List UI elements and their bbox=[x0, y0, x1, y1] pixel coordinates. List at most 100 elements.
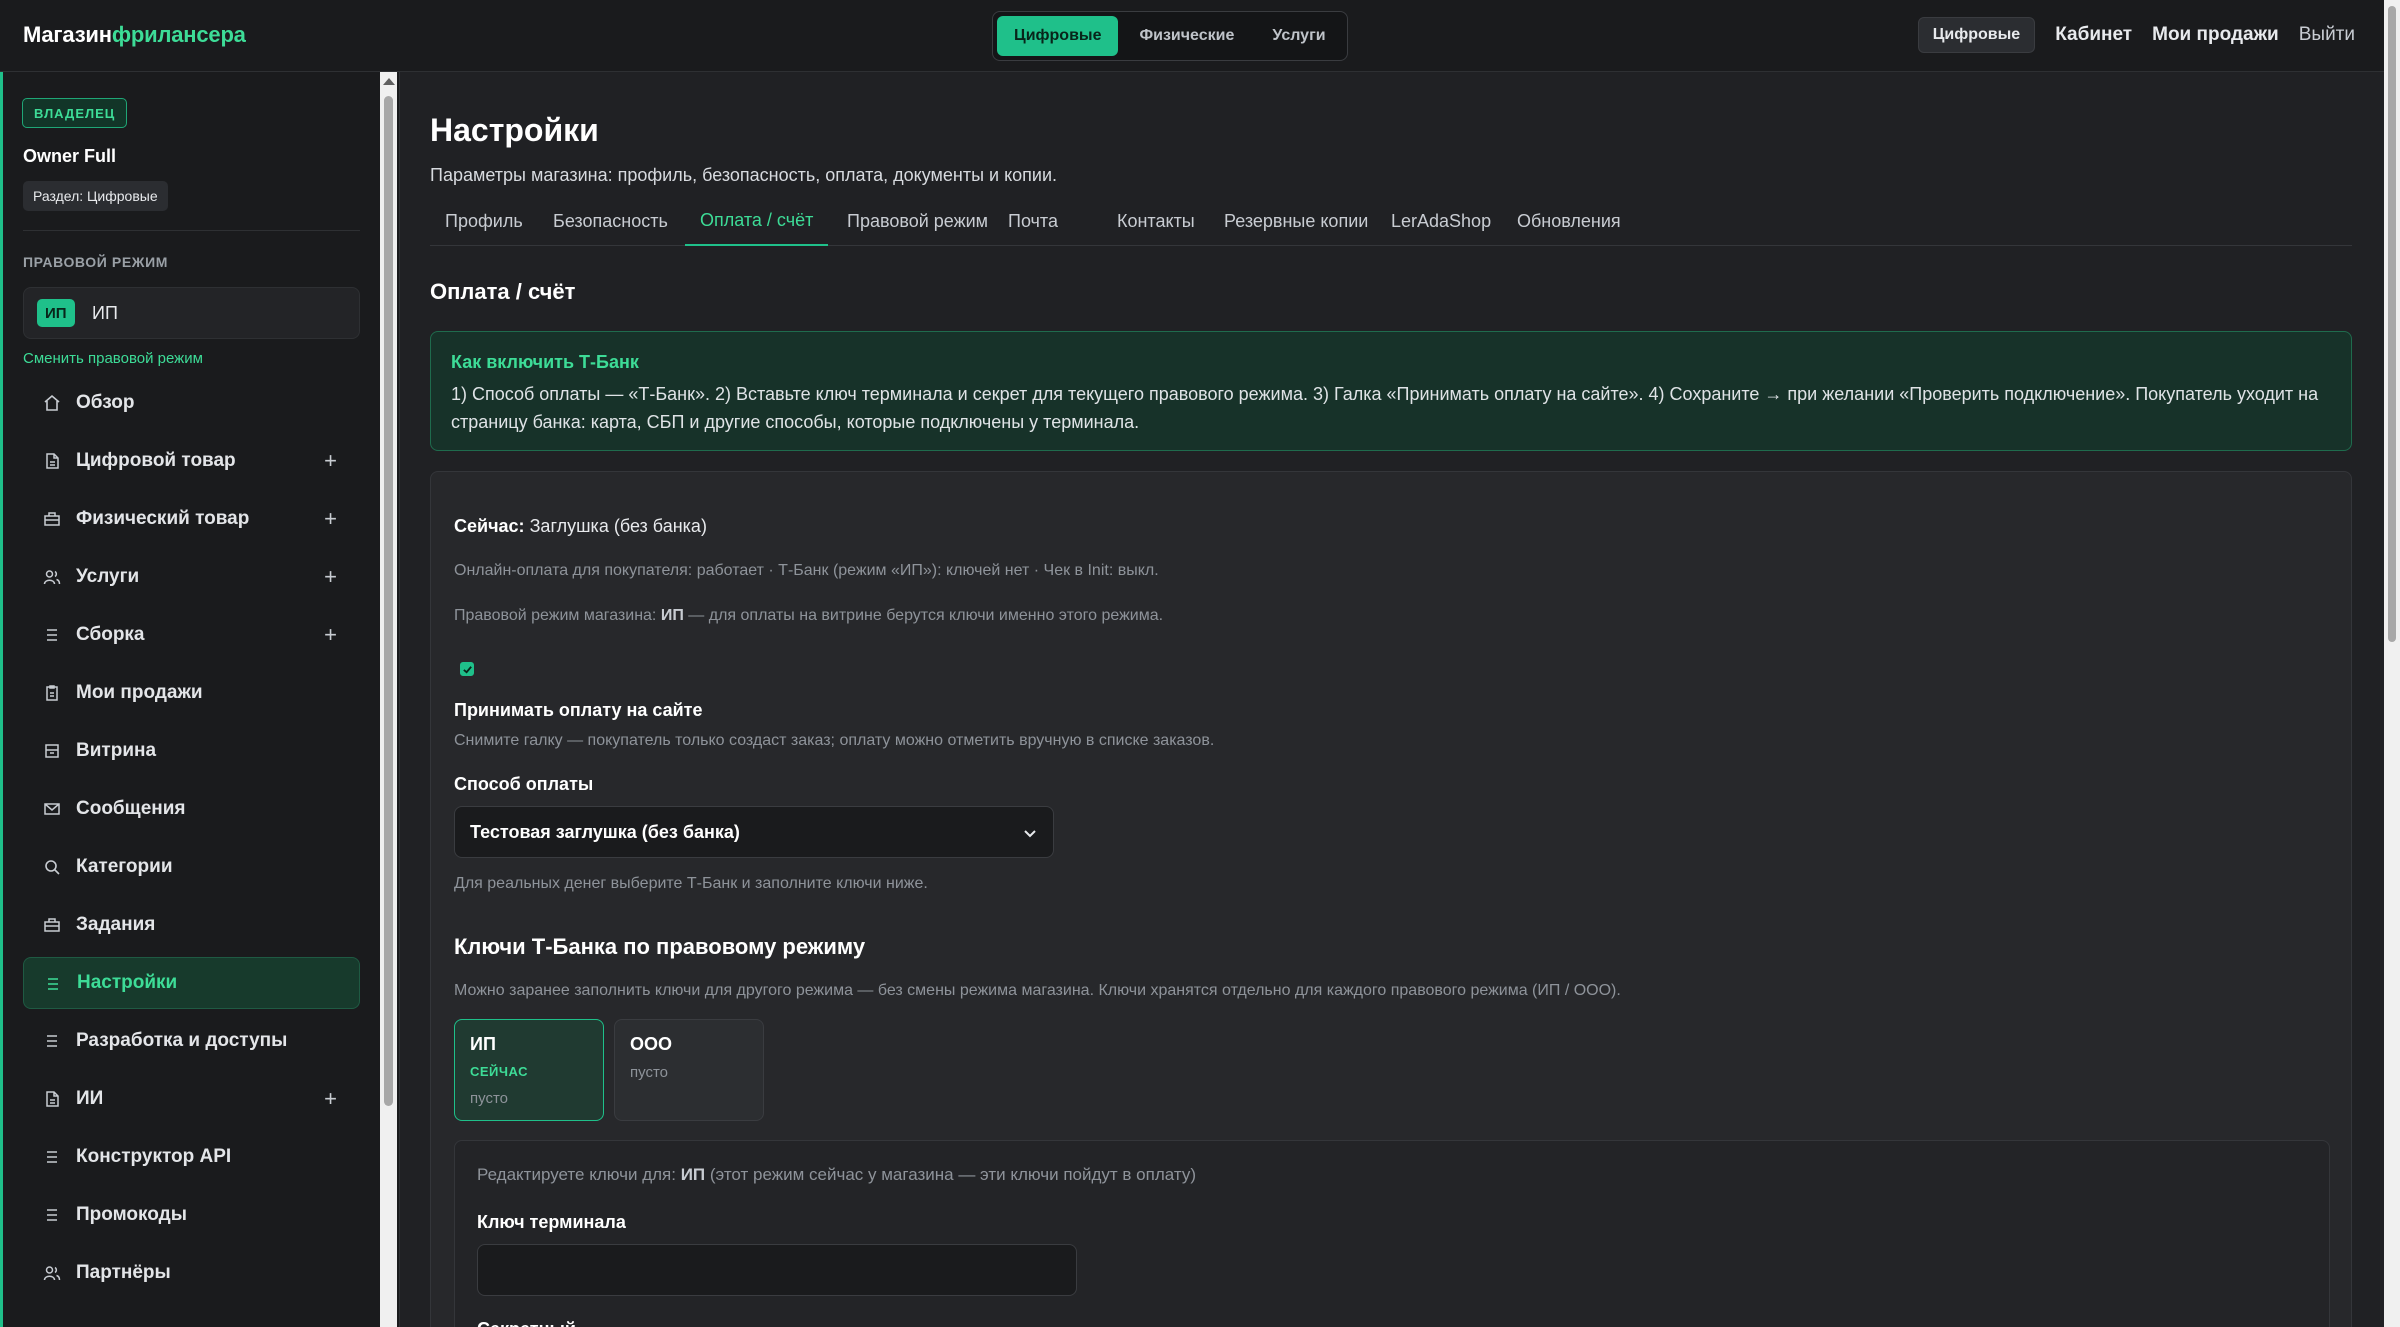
payment-method-value: Тестовая заглушка (без банка) bbox=[470, 822, 740, 842]
page-title: Настройки bbox=[430, 112, 599, 148]
payment-method-select[interactable]: Тестовая заглушка (без банка) bbox=[454, 806, 1054, 858]
sidebar-item[interactable]: Категории bbox=[23, 841, 360, 893]
section-title: Оплата / счёт bbox=[430, 279, 576, 304]
section-badge: Раздел: Цифровые bbox=[23, 181, 168, 211]
mode-state: пусто bbox=[630, 1064, 668, 1081]
search-icon bbox=[43, 858, 61, 876]
sidebar-item-label: Разработка и доступы bbox=[76, 1030, 288, 1051]
logout-link[interactable]: Выйти bbox=[2299, 24, 2355, 46]
terminal-key-label: Ключ терминала bbox=[477, 1212, 626, 1232]
legal-mode-value: ИП bbox=[92, 303, 118, 323]
owner-name: Owner Full bbox=[23, 146, 117, 166]
cabinet-link[interactable]: Кабинет bbox=[2055, 24, 2132, 46]
clipboard-icon bbox=[43, 684, 61, 702]
sidebar-item-label: Мои продажи bbox=[76, 682, 203, 703]
sidebar-item-label: Сборка bbox=[76, 624, 145, 645]
page-scroll-thumb[interactable] bbox=[2388, 6, 2396, 642]
mode-card-ip[interactable]: ИП СЕЙЧАС пусто bbox=[454, 1019, 604, 1121]
add-plus-icon[interactable]: + bbox=[324, 564, 337, 590]
terminal-key-input[interactable] bbox=[477, 1244, 1077, 1296]
tab-services[interactable]: Услуги bbox=[1255, 16, 1342, 56]
status-value: Заглушка (без банка) bbox=[529, 516, 707, 536]
change-legal-mode-link[interactable]: Сменить правовой режим bbox=[23, 350, 203, 367]
settings-tab[interactable]: LerAdaShop bbox=[1376, 196, 1506, 246]
secret-key-label: Секретный... bbox=[477, 1319, 591, 1327]
add-plus-icon[interactable]: + bbox=[324, 622, 337, 648]
accept-payment-hint: Снимите галку — покупатель только создас… bbox=[454, 732, 1215, 749]
sidebar-item[interactable]: Услуги + bbox=[23, 551, 360, 603]
legal-line-prefix: Правовой режим магазина: bbox=[454, 607, 657, 624]
settings-tab[interactable]: Профиль bbox=[430, 196, 538, 246]
settings-tab[interactable]: Правовой режим bbox=[832, 196, 1003, 246]
sidebar-item-label: Категории bbox=[76, 856, 173, 877]
sidebar-divider bbox=[23, 230, 360, 231]
settings-tab[interactable]: Оплата / счёт bbox=[685, 196, 829, 246]
sidebar-item[interactable]: Цифровой товар + bbox=[23, 435, 360, 487]
catalog-switcher: Цифровые Физические Услуги bbox=[992, 11, 1348, 61]
list-icon bbox=[43, 626, 61, 644]
scroll-up-arrow-icon[interactable] bbox=[383, 78, 395, 85]
sidebar-item-label: Витрина bbox=[76, 740, 157, 761]
sidebar-item-label: Промокоды bbox=[76, 1204, 187, 1225]
sidebar-scroll-thumb[interactable] bbox=[384, 96, 393, 1106]
logo-part-2: фрилансера bbox=[111, 22, 246, 47]
add-plus-icon[interactable]: + bbox=[324, 506, 337, 532]
current-section-pill[interactable]: Цифровые bbox=[1917, 17, 2036, 53]
settings-tab[interactable]: Безопасность bbox=[538, 196, 683, 246]
page-scrollbar[interactable] bbox=[2384, 0, 2400, 1327]
settings-tab[interactable]: Почта bbox=[993, 196, 1073, 246]
sidebar-item[interactable]: ИИ + bbox=[23, 1073, 360, 1125]
chevron-down-icon bbox=[1022, 825, 1038, 841]
file-icon bbox=[43, 1090, 61, 1108]
app-logo[interactable]: Магазинфрилансера bbox=[23, 22, 246, 48]
tab-digital[interactable]: Цифровые bbox=[997, 16, 1119, 56]
sidebar: ВЛАДЕЛЕЦ Owner Full Раздел: Цифровые ПРА… bbox=[0, 72, 400, 1327]
payment-method-hint: Для реальных денег выберите Т-Банк и зап… bbox=[454, 875, 928, 892]
sidebar-item[interactable]: Сообщения bbox=[23, 783, 360, 835]
store-legal-mode-line: Правовой режим магазина: ИП — для оплаты… bbox=[454, 607, 1163, 625]
sidebar-scrollbar[interactable] bbox=[380, 72, 397, 1327]
mode-current-badge: СЕЙЧАС bbox=[470, 1064, 528, 1079]
mode-name: ИП bbox=[470, 1034, 496, 1054]
add-plus-icon[interactable]: + bbox=[324, 1086, 337, 1112]
settings-tab[interactable]: Контакты bbox=[1102, 196, 1210, 246]
sidebar-item[interactable]: Конструктор API bbox=[23, 1131, 360, 1183]
sidebar-item[interactable]: Промокоды bbox=[23, 1189, 360, 1241]
sidebar-item[interactable]: Настройки bbox=[23, 957, 360, 1009]
online-payment-status: Онлайн-оплата для покупателя: работает ·… bbox=[454, 562, 1159, 579]
settings-tab[interactable]: Обновления bbox=[1502, 196, 1636, 246]
list-icon bbox=[44, 975, 62, 993]
sidebar-item[interactable]: Обзор bbox=[23, 377, 360, 429]
settings-tab[interactable]: Резервные копии bbox=[1209, 196, 1383, 246]
list-icon bbox=[43, 1032, 61, 1050]
edit-prefix: Редактируете ключи для: bbox=[477, 1165, 676, 1184]
legal-line-suffix: — для оплаты на витрине берутся ключи им… bbox=[688, 607, 1164, 624]
my-sales-link[interactable]: Мои продажи bbox=[2152, 24, 2279, 46]
sidebar-item[interactable]: Задания bbox=[23, 899, 360, 951]
list-icon bbox=[43, 1148, 61, 1166]
sidebar-item-label: Сообщения bbox=[76, 798, 186, 819]
legal-mode-tag: ИП bbox=[37, 299, 75, 327]
help-text: 1) Способ оплаты — «Т-Банк». 2) Вставьте… bbox=[451, 384, 2319, 432]
users-icon bbox=[43, 1264, 61, 1282]
tab-physical[interactable]: Физические bbox=[1122, 16, 1251, 56]
add-plus-icon[interactable]: + bbox=[324, 448, 337, 474]
tbank-keys-title: Ключи Т-Банка по правовому режиму bbox=[454, 934, 866, 959]
sidebar-item[interactable]: Сборка + bbox=[23, 609, 360, 661]
mode-state: пусто bbox=[470, 1090, 508, 1107]
sidebar-item-label: Цифровой товар bbox=[76, 450, 236, 471]
accept-payment-checkbox[interactable] bbox=[460, 662, 474, 676]
help-title: Как включить Т-Банк bbox=[451, 352, 639, 372]
sidebar-item[interactable]: Мои продажи bbox=[23, 667, 360, 719]
editing-mode-line: Редактируете ключи для: ИП (этот режим с… bbox=[477, 1165, 1196, 1185]
page-subtitle: Параметры магазина: профиль, безопасност… bbox=[430, 165, 1058, 185]
sidebar-item-label: ИИ bbox=[76, 1088, 104, 1109]
sidebar-item[interactable]: Партнёры bbox=[23, 1247, 360, 1299]
box-icon bbox=[43, 510, 61, 528]
mode-card-ooo[interactable]: ООО пусто bbox=[614, 1019, 764, 1121]
sidebar-item[interactable]: Витрина bbox=[23, 725, 360, 777]
tbank-keys-hint: Можно заранее заполнить ключи для другог… bbox=[454, 982, 1621, 999]
sidebar-item-label: Обзор bbox=[76, 392, 135, 413]
sidebar-item[interactable]: Физический товар + bbox=[23, 493, 360, 545]
sidebar-item[interactable]: Разработка и доступы bbox=[23, 1015, 360, 1067]
